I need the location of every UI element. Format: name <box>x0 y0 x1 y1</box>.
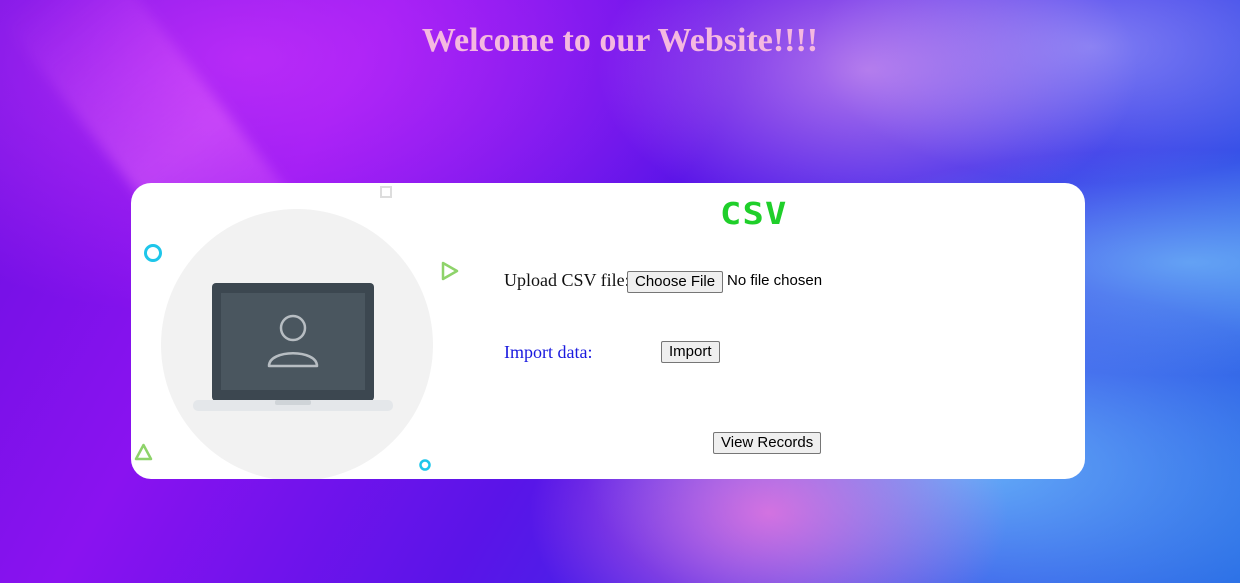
laptop-user-icon <box>193 283 393 411</box>
import-button[interactable]: Import <box>661 341 720 363</box>
laptop-user-illustration <box>134 186 459 479</box>
upload-card: CSV Upload CSV file: Choose File No file… <box>131 183 1085 479</box>
view-records-button[interactable]: View Records <box>713 432 822 454</box>
page-title: Welcome to our Website!!!! <box>421 22 819 59</box>
csv-logo: CSV <box>720 197 788 232</box>
choose-file-button[interactable]: Choose File <box>627 271 724 293</box>
import-label: Import data: <box>504 342 593 362</box>
upload-label: Upload CSV file: <box>504 270 630 290</box>
file-status-text: No file chosen <box>727 272 823 289</box>
